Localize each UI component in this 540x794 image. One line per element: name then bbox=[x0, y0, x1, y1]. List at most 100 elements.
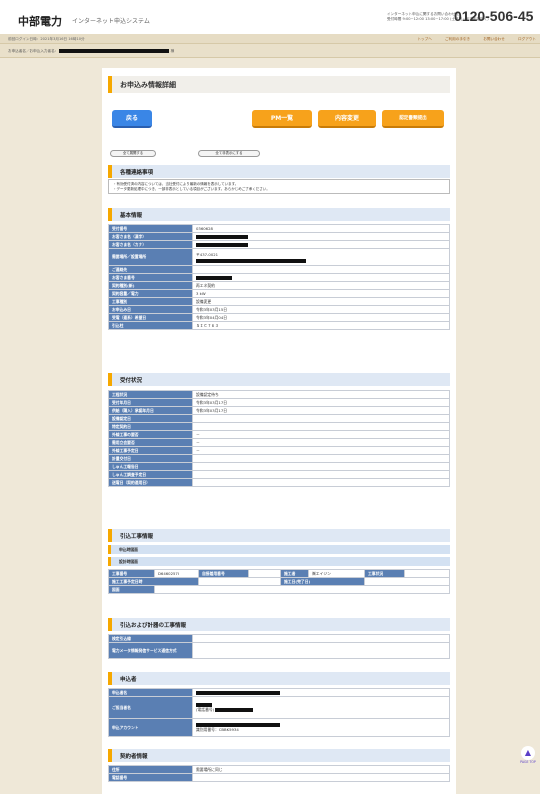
section-applicant-header[interactable]: 申込者 bbox=[108, 672, 450, 685]
row-value: 令和3年03月17日 bbox=[192, 406, 450, 415]
row-value bbox=[192, 265, 450, 274]
row-label: ご連絡先 bbox=[108, 265, 193, 274]
section-leadin-header[interactable]: 引込工事情報 bbox=[108, 529, 450, 542]
row-label: 検定引込線 bbox=[108, 634, 193, 643]
row-label: 計量交付日 bbox=[108, 454, 193, 463]
row-label: 需用立会要否 bbox=[108, 438, 193, 447]
redacted-phone bbox=[215, 708, 254, 712]
row-label: 工事状況 bbox=[364, 569, 405, 578]
table-row: 計量交付日 bbox=[108, 454, 450, 463]
table-row: 受付番号 0360628 bbox=[108, 224, 450, 233]
row-label: 施工工事予定日時 bbox=[108, 577, 199, 586]
contractor-table: 住所 需要場所に同じ 電話番号 bbox=[108, 765, 450, 782]
row-value bbox=[192, 470, 450, 479]
table-row: 図面 bbox=[108, 585, 450, 594]
postal-code: 〒437-0021 bbox=[196, 251, 219, 257]
row-label: 申込アカウント bbox=[108, 718, 193, 737]
nav-contact-link[interactable]: お問い合わせ bbox=[483, 37, 505, 41]
row-label: 送電日（契約適用日） bbox=[108, 478, 193, 487]
row-value bbox=[192, 462, 450, 471]
table-row: 電力メータ情報発信サービス通信方式 bbox=[108, 642, 450, 659]
notice-line: ・データ更新処理中につき、一部非表示としている項目がございます。あらかじめご了承… bbox=[113, 187, 270, 191]
table-row: しゅん工報告日 bbox=[108, 462, 450, 471]
row-label: お申込み日 bbox=[108, 305, 193, 314]
row-label: 申込者名 bbox=[108, 688, 193, 697]
collapse-all-button[interactable]: 全て非表示にする bbox=[198, 150, 260, 157]
row-label: 需要場所／設置場所 bbox=[108, 248, 193, 266]
login-bar: 前回ログイン日時：2021年3月16日 16時10分 トップへ ご利用の手引き … bbox=[0, 34, 540, 44]
row-label: 図面 bbox=[108, 585, 155, 594]
row-value bbox=[192, 273, 450, 282]
table-row: お客さま名（漢字） bbox=[108, 232, 450, 241]
back-button[interactable]: 戻る bbox=[112, 110, 152, 128]
row-value: 再エネ契約 bbox=[192, 281, 450, 290]
table-row: 需要場所／設置場所 〒437-0021 bbox=[108, 248, 450, 266]
section-contractor-header[interactable]: 契約者情報 bbox=[108, 749, 450, 762]
page-top-label: PAGE TOP bbox=[520, 760, 536, 764]
row-value[interactable] bbox=[154, 585, 450, 594]
row-label: 受付年月日 bbox=[108, 398, 193, 407]
table-row: 特定契約日 bbox=[108, 422, 450, 431]
subsection-application-drawing[interactable]: 申込時図面 bbox=[108, 545, 450, 554]
row-label: 電力メータ情報発信サービス通信方式 bbox=[108, 642, 193, 659]
row-label: 工事種別 bbox=[108, 297, 193, 306]
row-value bbox=[192, 773, 450, 782]
table-row: お客さま名（カナ） bbox=[108, 240, 450, 249]
company-logo[interactable]: 中部電力 bbox=[18, 13, 62, 29]
nav-guide-link[interactable]: ご利用の手引き bbox=[445, 37, 470, 41]
pm-list-button[interactable]: PM一覧 bbox=[252, 110, 312, 128]
system-name: インターネット申込システム bbox=[72, 18, 150, 25]
section-basic-title: 基本情報 bbox=[120, 213, 143, 219]
section-basic-header[interactable]: 基本情報 bbox=[108, 208, 450, 221]
row-label: 施工日(完了日) bbox=[280, 577, 365, 586]
table-row: ご連絡先 bbox=[108, 265, 450, 274]
table-row: 工事番号 D6460257I 自接着用番号 施工者 ㈱エイジン 工事状況 bbox=[108, 569, 450, 578]
row-value: D6460257I bbox=[154, 569, 199, 578]
submit-certification-button[interactable]: 認定書類提出 bbox=[382, 110, 444, 128]
page-top-button[interactable]: ▲ PAGE TOP bbox=[520, 746, 536, 770]
table-row: 引込柱 ＳＩＣ７６３ bbox=[108, 321, 450, 330]
expand-all-button[interactable]: 全て展開する bbox=[110, 150, 156, 157]
account-id: 識別用番号：CBBK5934 bbox=[196, 727, 239, 732]
applicant-suffix: 様 bbox=[170, 49, 175, 53]
row-label: 工事番号 bbox=[108, 569, 155, 578]
row-label: 自接着用番号 bbox=[198, 569, 249, 578]
row-value bbox=[192, 422, 450, 431]
applicant-bar: お申込者名／お申込入力者名： 様 bbox=[0, 44, 540, 58]
nav-logout-link[interactable]: ログアウト bbox=[518, 37, 536, 41]
row-label: お客さま名（カナ） bbox=[108, 240, 193, 249]
main-panel: お申込み情報詳細 戻る PM一覧 内容変更 認定書類提出 全て展開する 全て非表… bbox=[102, 68, 456, 794]
nav-top-link[interactable]: トップへ bbox=[417, 37, 431, 41]
row-value bbox=[192, 414, 450, 423]
table-row: お客さま番号 bbox=[108, 273, 450, 282]
table-row: 供給（購入）承諾年月日 令和3年03月17日 bbox=[108, 406, 450, 415]
row-label: しゅん工調査予定日 bbox=[108, 470, 193, 479]
row-label: 特定契約日 bbox=[108, 422, 193, 431]
section-notes-header[interactable]: 各種連絡事項 bbox=[108, 165, 450, 178]
row-label: ご担当者名 bbox=[108, 696, 193, 719]
section-reception-header[interactable]: 受付状況 bbox=[108, 373, 450, 386]
change-button[interactable]: 内容変更 bbox=[318, 110, 376, 128]
table-row: 申込者名 bbox=[108, 688, 450, 697]
row-value bbox=[364, 577, 450, 586]
section-contractor-title: 契約者情報 bbox=[120, 754, 148, 760]
reception-table: 工程状況 設備認定待ち 受付年月日 令和3年03月17日 供給（購入）承諾年月日 令和… bbox=[108, 390, 450, 487]
arrow-up-icon: ▲ bbox=[521, 746, 535, 760]
row-label: 外線工事の要否 bbox=[108, 430, 193, 439]
row-label: 供給（購入）承諾年月日 bbox=[108, 406, 193, 415]
row-value: 〒437-0021 bbox=[192, 248, 450, 266]
subsection-design-drawing[interactable]: 設計時図面 bbox=[108, 557, 450, 566]
table-row: お申込み日 令和3年03月15日 bbox=[108, 305, 450, 314]
subsection-title: 申込時図面 bbox=[119, 547, 138, 552]
redacted-value bbox=[196, 243, 248, 247]
section-meter-title: 引込および計器の工事情報 bbox=[120, 623, 187, 629]
table-row: 検定引込線 bbox=[108, 634, 450, 643]
row-value bbox=[248, 569, 281, 578]
section-meter-header[interactable]: 引込および計器の工事情報 bbox=[108, 618, 450, 631]
section-leadin-title: 引込工事情報 bbox=[120, 534, 154, 540]
row-label: 受電（連系）希望日 bbox=[108, 313, 193, 322]
row-value: ＳＩＣ７６３ bbox=[192, 321, 450, 330]
phone-label: (電話番号) bbox=[196, 707, 215, 712]
row-label: お客さま名（漢字） bbox=[108, 232, 193, 241]
redacted-value bbox=[196, 691, 280, 695]
